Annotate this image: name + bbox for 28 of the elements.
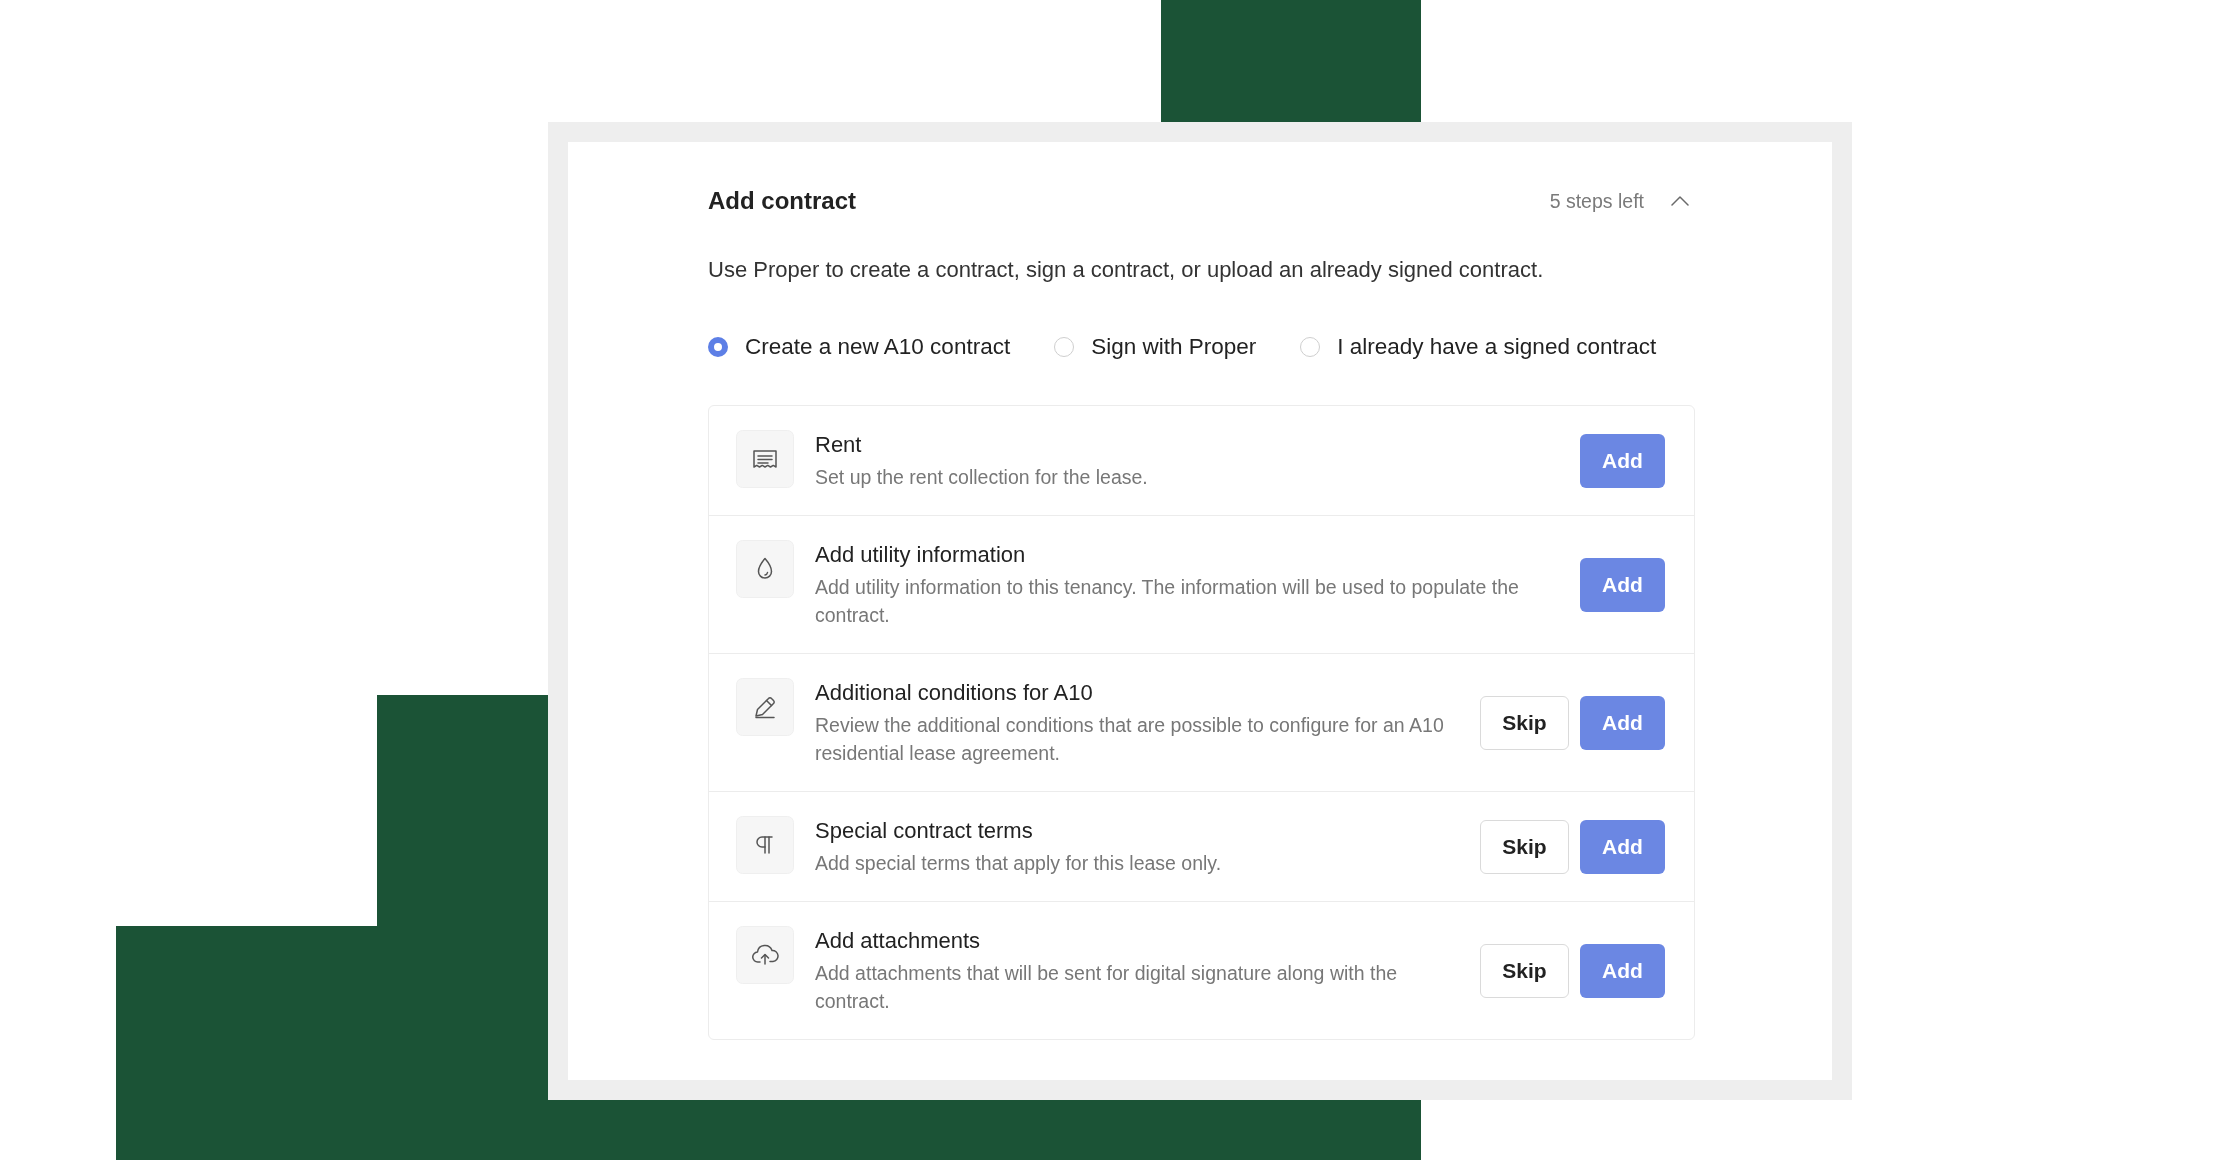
pilcrow-icon: [736, 816, 794, 874]
task-title: Rent: [815, 431, 863, 459]
cloud-upload-icon: [736, 926, 794, 984]
pencil-icon: [736, 678, 794, 736]
option-label[interactable]: I already have a signed contract: [1337, 332, 1657, 362]
option-label[interactable]: Sign with Proper: [1091, 332, 1257, 362]
card-description: Use Proper to create a contract, sign a contract, or upload an already signed contract.: [708, 256, 1545, 284]
option-label[interactable]: Create a new A10 contract: [745, 332, 1011, 362]
receipt-icon: [736, 430, 794, 488]
task-description: Add attachments that will be sent for digital signature along with the contract.: [815, 961, 1399, 1014]
skip-button[interactable]: Skip: [1480, 819, 1569, 874]
task-title: Special contract terms: [815, 817, 1034, 845]
task-description: Review the additional conditions that are possible to configure for an A10 residential lease agreement.: [815, 713, 1445, 766]
task-title: Add attachments: [815, 927, 982, 955]
skip-button[interactable]: Skip: [1480, 695, 1569, 750]
radio-button[interactable]: [1300, 337, 1321, 357]
task-title: Add utility information: [815, 541, 1027, 569]
steps-left: 5 steps left: [1549, 189, 1644, 214]
task-description: Add special terms that apply for this lease only.: [815, 851, 1223, 876]
task-description: Set up the rent collection for the lease.: [815, 465, 1149, 490]
task-description: Add utility information to this tenancy. The information will be used to populate the contract.: [815, 575, 1520, 628]
task-title: Additional conditions for A10: [815, 679, 1094, 707]
drop-icon: [736, 540, 794, 598]
radio-button[interactable]: [1054, 337, 1075, 357]
skip-button[interactable]: Skip: [1480, 943, 1569, 998]
card-title: Add contract: [708, 186, 857, 216]
radio-button[interactable]: [708, 337, 728, 357]
chevron-icon[interactable]: [1671, 196, 1689, 206]
